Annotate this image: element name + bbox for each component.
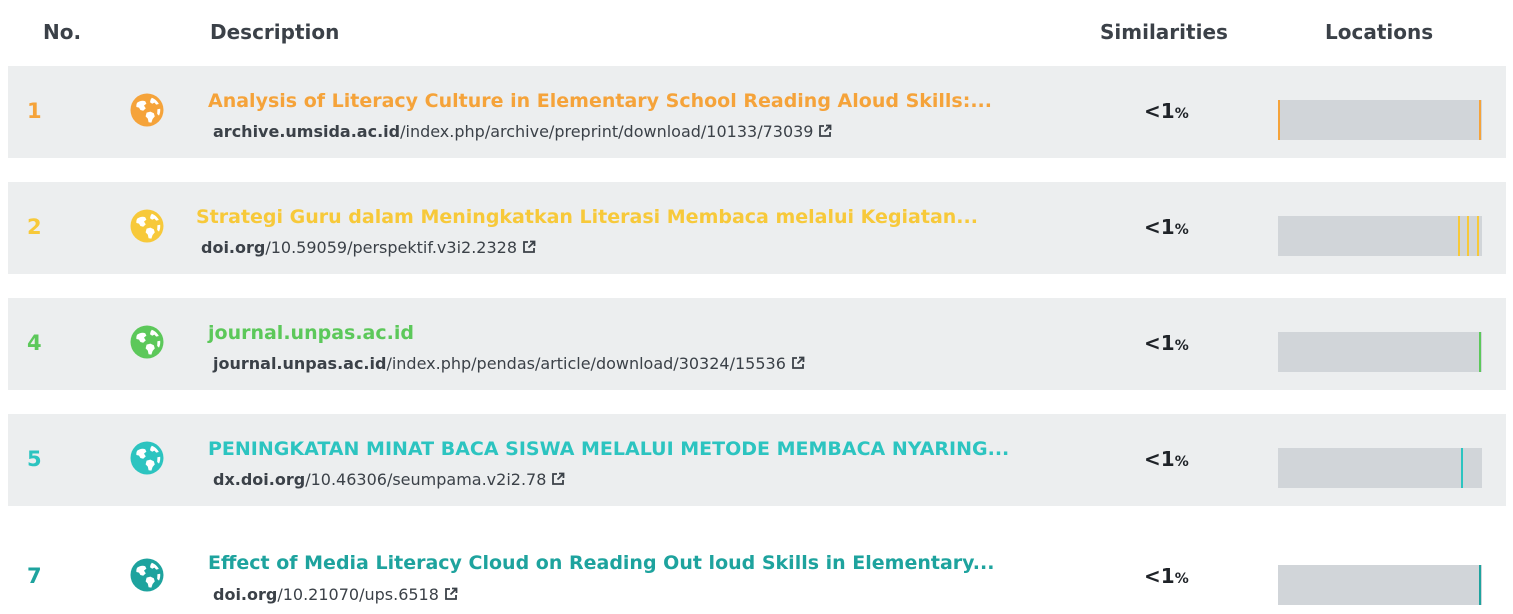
source-title-link[interactable]: Analysis of Literacy Culture in Elementa… bbox=[208, 90, 992, 112]
similarity-number: <1 bbox=[1144, 215, 1175, 239]
similarity-unit: % bbox=[1174, 338, 1189, 354]
source-url-link[interactable]: doi.org/10.21070/ups.6518 bbox=[213, 585, 458, 604]
location-bar[interactable] bbox=[1278, 332, 1482, 372]
url-path: /10.59059/perspektif.v3i2.2328 bbox=[265, 238, 517, 257]
external-link-icon[interactable] bbox=[444, 587, 458, 601]
row-number: 1 bbox=[27, 99, 42, 123]
location-bar[interactable] bbox=[1278, 100, 1482, 140]
source-row[interactable]: 1 Analysis of Literacy Culture in Element… bbox=[8, 66, 1506, 158]
location-bar[interactable] bbox=[1278, 448, 1482, 488]
location-marker[interactable] bbox=[1477, 216, 1479, 256]
source-url-link[interactable]: dx.doi.org/10.46306/seumpama.v2i2.78 bbox=[213, 470, 565, 489]
row-number: 7 bbox=[27, 564, 42, 588]
globe-icon bbox=[130, 558, 164, 592]
table-header: No. Description Similarities Locations bbox=[0, 0, 1513, 66]
similarity-number: <1 bbox=[1144, 331, 1175, 355]
similarity-value: <1% bbox=[1144, 215, 1189, 239]
external-link-icon[interactable] bbox=[791, 356, 805, 370]
source-row[interactable]: 2 Strategi Guru dalam Meningkatkan Litera… bbox=[8, 182, 1506, 274]
source-title-link[interactable]: journal.unpas.ac.id bbox=[208, 322, 414, 344]
url-path: /10.46306/seumpama.v2i2.78 bbox=[305, 470, 547, 489]
source-title-link[interactable]: PENINGKATAN MINAT BACA SISWA MELALUI MET… bbox=[208, 438, 1009, 460]
similarity-number: <1 bbox=[1144, 564, 1175, 588]
similarity-unit: % bbox=[1174, 454, 1189, 470]
source-row[interactable]: 4 journal.unpas.ac.id journal.unpas.ac.id/… bbox=[8, 298, 1506, 390]
url-path: /index.php/pendas/article/download/30324… bbox=[386, 354, 786, 373]
source-url-link[interactable]: doi.org/10.59059/perspektif.v3i2.2328 bbox=[201, 238, 536, 257]
row-number: 2 bbox=[27, 215, 42, 239]
source-row[interactable]: 5 PENINGKATAN MINAT BACA SISWA MELALUI ME… bbox=[8, 414, 1506, 506]
globe-icon bbox=[130, 441, 164, 475]
source-title-link[interactable]: Strategi Guru dalam Meningkatkan Literas… bbox=[196, 206, 978, 228]
location-marker[interactable] bbox=[1278, 100, 1280, 140]
row-number: 4 bbox=[27, 331, 42, 355]
url-domain: doi.org bbox=[201, 238, 266, 257]
url-domain: dx.doi.org bbox=[213, 470, 306, 489]
globe-icon bbox=[130, 209, 164, 243]
external-link-icon[interactable] bbox=[551, 472, 565, 486]
url-path: /index.php/archive/preprint/download/101… bbox=[400, 122, 814, 141]
location-marker[interactable] bbox=[1458, 216, 1460, 256]
globe-icon bbox=[130, 93, 164, 127]
similarity-number: <1 bbox=[1144, 447, 1175, 471]
external-link-icon[interactable] bbox=[522, 240, 536, 254]
url-domain: doi.org bbox=[213, 585, 278, 604]
source-url-link[interactable]: journal.unpas.ac.id/index.php/pendas/art… bbox=[213, 354, 805, 373]
location-marker[interactable] bbox=[1461, 448, 1463, 488]
location-marker[interactable] bbox=[1479, 100, 1481, 140]
header-locations: Locations bbox=[1325, 20, 1434, 44]
similarity-value: <1% bbox=[1144, 99, 1189, 123]
url-domain: journal.unpas.ac.id bbox=[213, 354, 387, 373]
similarity-value: <1% bbox=[1144, 447, 1189, 471]
globe-icon bbox=[130, 325, 164, 359]
url-domain: archive.umsida.ac.id bbox=[213, 122, 401, 141]
header-similarities: Similarities bbox=[1100, 20, 1228, 44]
row-number: 5 bbox=[27, 447, 42, 471]
similarity-unit: % bbox=[1174, 222, 1189, 238]
source-title-link[interactable]: Effect of Media Literacy Cloud on Readin… bbox=[208, 552, 994, 574]
location-marker[interactable] bbox=[1479, 565, 1481, 605]
location-marker[interactable] bbox=[1479, 332, 1481, 372]
location-marker[interactable] bbox=[1467, 216, 1469, 256]
external-link-icon[interactable] bbox=[818, 124, 832, 138]
header-no: No. bbox=[43, 20, 82, 44]
similarity-number: <1 bbox=[1144, 99, 1175, 123]
url-path: /10.21070/ups.6518 bbox=[277, 585, 439, 604]
similarity-unit: % bbox=[1174, 106, 1189, 122]
source-url-link[interactable]: archive.umsida.ac.id/index.php/archive/p… bbox=[213, 122, 832, 141]
similarity-unit: % bbox=[1174, 571, 1189, 587]
similarity-value: <1% bbox=[1144, 331, 1189, 355]
header-description: Description bbox=[210, 20, 340, 44]
similarity-value: <1% bbox=[1144, 564, 1189, 588]
source-row[interactable]: 7 Effect of Media Literacy Cloud on Readi… bbox=[8, 522, 1506, 614]
location-bar[interactable] bbox=[1278, 216, 1482, 256]
location-bar[interactable] bbox=[1278, 565, 1482, 605]
